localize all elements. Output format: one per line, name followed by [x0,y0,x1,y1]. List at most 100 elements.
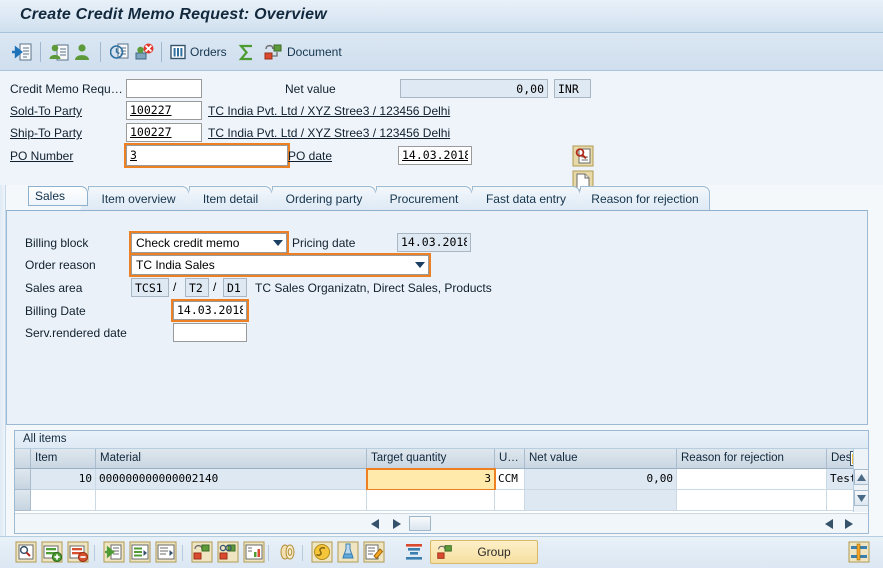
availability-check-button[interactable] [190,540,214,564]
serv-rendered-date-input[interactable] [173,323,247,342]
scroll-left-button-2[interactable] [821,516,836,531]
cell-target-quantity[interactable] [367,490,495,511]
grid-corner-header[interactable] [15,449,31,469]
group-button[interactable]: Group [430,540,538,564]
document-flow-button[interactable]: Document [264,39,342,65]
scroll-up-button[interactable] [854,469,869,485]
credit-memo-request-label: Credit Memo Requ… [10,82,123,96]
sum-button[interactable] [238,39,255,65]
column-header-item[interactable]: Item [31,449,96,469]
item-list-button[interactable] [128,540,152,564]
table-layout-button[interactable] [847,540,871,564]
row-selector[interactable] [15,469,31,490]
horizontal-scroll-thumb[interactable] [409,516,431,531]
tab-fast-data-entry[interactable]: Fast data entry [472,186,580,211]
sold-to-party-label[interactable]: Sold-To Party [10,104,82,118]
billing-date-label: Billing Date [25,304,86,318]
display-availability-button[interactable] [216,540,240,564]
scroll-left-button[interactable] [367,516,382,531]
table-row[interactable] [15,490,868,511]
scroll-down-button[interactable] [854,490,869,506]
billing-block-select[interactable]: Check credit memo [131,233,287,253]
orders-icon [170,44,186,60]
column-header-unit[interactable]: U… [495,449,525,469]
reject-document-icon [134,43,154,61]
display-document-button[interactable] [12,39,32,65]
po-date-input[interactable] [398,146,472,165]
tab-ordering-party[interactable]: Ordering party [272,186,376,211]
reject-document-button[interactable] [134,39,154,65]
configuration-icon [337,541,359,563]
pricing-date-input[interactable] [397,233,471,252]
sold-to-party-input[interactable] [126,101,202,120]
sold-to-party-description[interactable]: TC India Pvt. Ltd / XYZ Stree3 / 123456 … [208,104,450,118]
edit-item-button[interactable] [362,540,386,564]
tab-reason-for-rejection[interactable]: Reason for rejection [580,186,710,211]
tab-procurement[interactable]: Procurement [376,186,472,211]
table-row[interactable]: 10 000000000000002140 3 CCM 0,00 Test M [15,469,868,490]
cell-description[interactable] [827,490,853,511]
cell-net-value[interactable] [525,490,677,511]
ship-to-party-label[interactable]: Ship-To Party [10,126,82,140]
table-vertical-scrollbar[interactable] [853,449,868,512]
item-proposal-button[interactable] [154,540,178,564]
cell-item[interactable]: 10 [31,469,96,490]
document-search-button[interactable] [572,145,594,167]
column-header-material[interactable]: Material [96,449,367,469]
table-horizontal-scrollbar[interactable] [15,513,868,533]
cell-reason-for-rejection[interactable] [677,469,827,490]
ship-to-party-input[interactable] [126,123,202,142]
partner-person-button[interactable] [73,39,91,65]
net-value-field: 0,00 [400,79,548,98]
statistics-button[interactable] [242,540,266,564]
net-value-label: Net value [285,82,336,96]
scroll-right-button[interactable] [389,516,404,531]
copy-document-button[interactable] [110,39,130,65]
packing-button[interactable] [276,540,300,564]
ship-to-party-description[interactable]: TC India Pvt. Ltd / XYZ Stree3 / 123456 … [208,126,450,140]
tab-item-detail-label: Item detail [194,192,267,206]
cell-material[interactable]: 000000000000002140 [96,469,367,490]
column-header-reason-for-rejection[interactable]: Reason for rejection [677,449,827,469]
scroll-right-button-2[interactable] [841,516,856,531]
tab-ordering-party-label: Ordering party [277,192,372,206]
row-selector[interactable] [15,490,31,511]
sum-icon [238,44,255,61]
application-toolbar: Orders Document [0,33,883,71]
cell-item[interactable] [31,490,96,511]
tab-item-overview[interactable]: Item overview [88,186,189,211]
document-flow-icon [264,43,283,61]
credit-memo-request-input[interactable] [126,79,202,98]
billing-date-input[interactable] [173,301,247,320]
triangle-left-icon [825,519,833,529]
pricing-button[interactable] [310,540,334,564]
add-item-button[interactable] [40,540,64,564]
cell-unit[interactable]: CCM [495,469,525,490]
po-number-label[interactable]: PO Number [10,149,73,163]
po-number-input[interactable] [126,145,288,166]
delete-item-button[interactable] [66,540,90,564]
display-availability-icon [217,541,239,563]
cell-net-value[interactable]: 0,00 [525,469,677,490]
cell-unit[interactable] [495,490,525,511]
cell-target-quantity[interactable]: 3 [367,469,495,490]
configuration-button[interactable] [336,540,360,564]
copy-item-button[interactable] [102,540,126,564]
sort-button[interactable] [402,540,426,564]
column-header-net-value[interactable]: Net value [525,449,677,469]
tab-sales[interactable]: Sales [28,186,88,206]
business-partner-button[interactable] [49,39,69,65]
document-flow-label: Document [287,45,342,59]
cell-reason-for-rejection[interactable] [677,490,827,511]
cell-material[interactable] [96,490,367,511]
sales-area-separator-1: / [173,280,176,294]
po-date-label[interactable]: PO date [288,149,332,163]
tab-item-detail[interactable]: Item detail [189,186,272,211]
triangle-right-icon [393,519,401,529]
column-header-target-quantity[interactable]: Target quantity [367,449,495,469]
orders-button[interactable]: Orders [170,39,227,65]
display-item-details-button[interactable] [14,540,38,564]
order-reason-select[interactable]: TC India Sales [131,255,429,275]
cell-description[interactable]: Test M [827,469,853,490]
display-document-icon [12,43,32,61]
